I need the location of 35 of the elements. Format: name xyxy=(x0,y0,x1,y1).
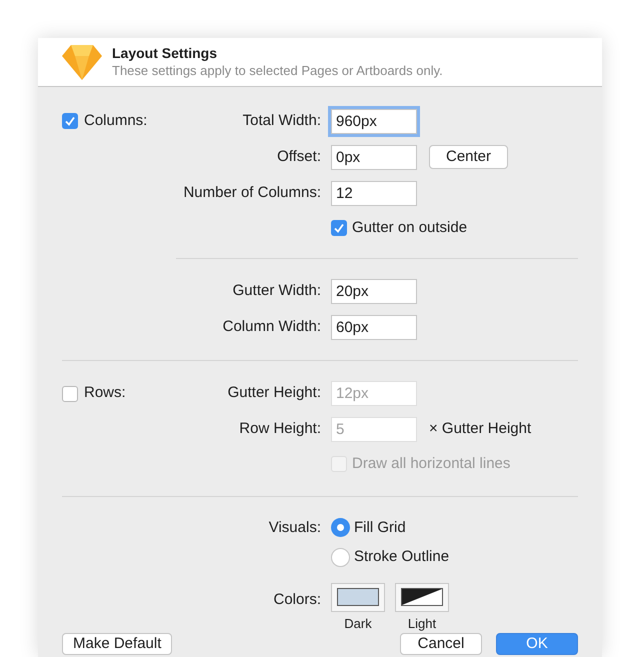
checkbox[interactable] xyxy=(62,386,78,402)
swatch-label: Light xyxy=(408,614,436,633)
field-label: Gutter Width: xyxy=(232,281,321,302)
field-label: Total Width: xyxy=(242,110,321,131)
field-label: Row Height: xyxy=(239,419,321,440)
checkbox[interactable] xyxy=(62,113,78,129)
checkbox-label: Gutter on outside xyxy=(352,218,468,238)
unit-label: × Gutter Height xyxy=(429,419,532,440)
field-label: Gutter Height: xyxy=(228,383,321,404)
radio-label: Stroke Outline xyxy=(354,547,450,567)
dialog-button[interactable]: Make Default xyxy=(62,633,172,655)
color-swatch[interactable] xyxy=(395,582,449,612)
radio-button[interactable] xyxy=(331,548,350,567)
field-label: Offset: xyxy=(277,146,321,167)
center-button[interactable]: Center xyxy=(429,145,508,169)
checkbox-label: Draw all horizontal lines xyxy=(352,454,510,474)
input-field[interactable]: 12 xyxy=(331,180,417,206)
checkbox[interactable] xyxy=(331,220,347,236)
toggle-label: Columns: xyxy=(84,110,148,131)
swatch-label: Dark xyxy=(344,614,372,632)
radio-button[interactable] xyxy=(331,518,350,538)
color-swatch[interactable] xyxy=(331,582,385,612)
field-label: Visuals: xyxy=(268,518,321,538)
input-field[interactable]: 0px xyxy=(331,144,417,170)
dialog-title: Layout Settings xyxy=(112,44,218,62)
input-field[interactable]: 20px xyxy=(331,279,417,304)
toggle-label: Rows: xyxy=(84,383,126,404)
field-label: Colors: xyxy=(273,590,321,610)
field-label: Column Width: xyxy=(222,317,321,338)
input-field[interactable]: 60px xyxy=(331,315,417,340)
field-label: Number of Columns: xyxy=(183,182,321,203)
dialog-subtitle: These settings apply to selected Pages or Artboards only. xyxy=(112,62,443,79)
diamond-icon xyxy=(62,44,102,80)
dialog-button[interactable]: Cancel xyxy=(400,633,482,655)
radio-label: Fill Grid xyxy=(354,518,406,538)
